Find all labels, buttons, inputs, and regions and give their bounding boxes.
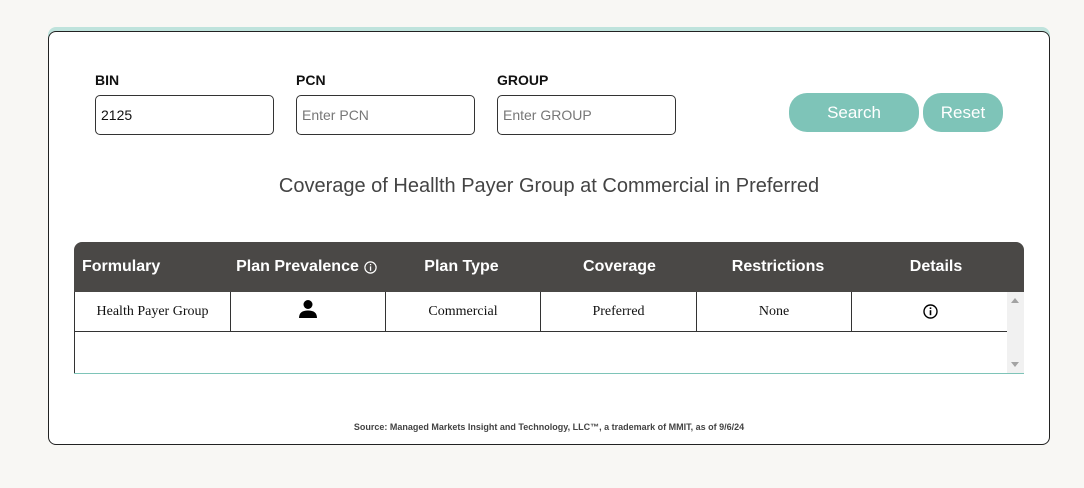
pcn-input[interactable] bbox=[296, 95, 475, 135]
bin-input[interactable] bbox=[95, 95, 274, 135]
table-body[interactable]: Health Payer Group Commercial Preferred … bbox=[74, 292, 1024, 373]
header-plan-type: Plan Type bbox=[424, 258, 499, 275]
page-title: Coverage of Heallth Payer Group at Comme… bbox=[278, 175, 820, 197]
header-plan-prevalence-label: Plan Prevalence bbox=[236, 258, 359, 275]
scroll-up-icon[interactable] bbox=[1011, 298, 1019, 303]
cell-restrictions: None bbox=[697, 292, 852, 331]
group-label: GROUP bbox=[497, 72, 549, 88]
reset-button[interactable]: Reset bbox=[923, 93, 1003, 132]
header-formulary: Formulary bbox=[82, 258, 161, 275]
pcn-label: PCN bbox=[296, 72, 326, 88]
cell-plan-prevalence bbox=[231, 292, 386, 331]
plan-prevalence-info-icon[interactable] bbox=[364, 260, 377, 274]
table-header: Formulary Plan Prevalence Plan Type Cove… bbox=[74, 242, 1024, 292]
header-plan-prevalence: Plan Prevalence bbox=[229, 242, 384, 292]
info-icon[interactable] bbox=[922, 304, 938, 319]
group-input[interactable] bbox=[497, 95, 676, 135]
table-scrollbar[interactable] bbox=[1007, 292, 1024, 373]
coverage-card: BIN PCN GROUP Search Reset Coverage of H… bbox=[48, 31, 1050, 445]
source-footnote: Source: Managed Markets Insight and Tech… bbox=[353, 422, 745, 432]
header-restrictions: Restrictions bbox=[731, 258, 825, 275]
search-button[interactable]: Search bbox=[789, 93, 919, 132]
header-details: Details bbox=[909, 258, 963, 275]
coverage-table: Formulary Plan Prevalence Plan Type Cove… bbox=[74, 242, 1024, 374]
bin-label: BIN bbox=[95, 72, 120, 88]
cell-formulary: Health Payer Group bbox=[75, 292, 231, 331]
person-icon bbox=[298, 299, 318, 324]
header-coverage: Coverage bbox=[583, 258, 656, 275]
table-row: Health Payer Group Commercial Preferred … bbox=[75, 292, 1008, 332]
cell-plan-type: Commercial bbox=[386, 292, 541, 331]
scroll-down-icon[interactable] bbox=[1011, 362, 1019, 367]
cell-details bbox=[852, 292, 1008, 331]
cell-coverage: Preferred bbox=[541, 292, 697, 331]
